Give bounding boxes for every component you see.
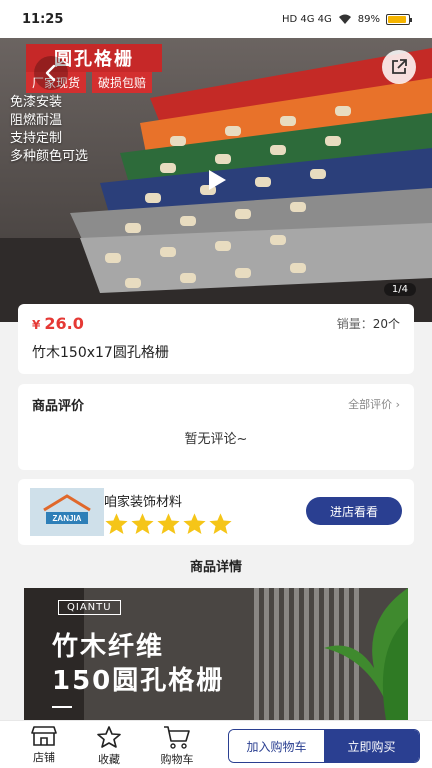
bottom-action-bar: 店铺 收藏 购物车 加入购物车 立即购买 (0, 720, 432, 768)
rating-star-icon (105, 513, 128, 534)
play-icon (209, 170, 226, 190)
battery-fill (388, 15, 406, 23)
cart-icon (164, 726, 190, 749)
tab-cart[interactable]: 购物车 (155, 725, 199, 767)
sales-value: 20个 (372, 317, 400, 331)
network-indicator: HD 4G 4G (281, 13, 332, 25)
shop-rating (104, 512, 233, 536)
share-button[interactable] (382, 50, 416, 84)
tab-favorite-label: 收藏 (98, 753, 120, 766)
back-arrow-icon (45, 64, 56, 82)
wifi-icon (338, 14, 351, 24)
rating-star-icon (209, 513, 232, 534)
review-title: 商品评价 (32, 399, 85, 414)
tab-cart-label: 购物车 (160, 753, 194, 766)
shop-logo-text: ZANJIA (53, 514, 82, 523)
star-outline-icon (97, 726, 121, 748)
battery-icon (386, 13, 412, 25)
hero-feature: 阻燃耐温 (10, 113, 63, 128)
status-icons: HD 4G 4G 89% (281, 13, 412, 25)
price-card: ¥26.0 销量：20个 竹木150x17圆孔格栅 (18, 304, 414, 374)
sales-count: 销量：20个 (337, 315, 400, 332)
status-time: 11:25 (22, 11, 64, 27)
battery-percent: 89% (357, 13, 380, 25)
shop-name: 咱家装饰材料 (104, 495, 183, 510)
product-hero-image[interactable]: 圆孔格栅 厂家现货 破损包赔 免漆安装 阻燃耐温 支持定制 多种颜色可选 1/4 (0, 38, 432, 322)
detail-headline: 竹木纤维 (52, 632, 165, 662)
hero-tag: 破损包赔 (92, 72, 153, 93)
shop-logo[interactable]: ZANJIA (30, 488, 104, 536)
chevron-right-icon: › (395, 398, 400, 411)
product-price: ¥26.0 (32, 314, 84, 333)
hero-feature: 支持定制 (10, 131, 63, 146)
currency-symbol: ¥ (32, 318, 41, 332)
hero-features: 免漆安装 阻燃耐温 支持定制 多种颜色可选 (10, 94, 88, 166)
review-empty-text: 暂无评论~ (184, 432, 248, 447)
hero-feature: 多种颜色可选 (10, 149, 89, 164)
details-heading: 商品详情 (189, 560, 242, 575)
play-video-button[interactable] (200, 163, 234, 197)
product-name: 竹木150x17圆孔格栅 (32, 345, 169, 361)
visit-shop-button[interactable]: 进店看看 (306, 497, 402, 525)
rating-star-icon (157, 513, 180, 534)
buy-now-button[interactable]: 立即购买 (324, 730, 419, 762)
all-reviews-label: 全部评价 (348, 398, 393, 411)
shop-logo-image: ZANJIA (30, 488, 104, 536)
tab-shop[interactable]: 店铺 (22, 725, 66, 767)
add-to-cart-button[interactable]: 加入购物车 (229, 730, 324, 762)
image-counter: 1/4 (383, 283, 416, 296)
rating-star-icon (183, 513, 206, 534)
back-button[interactable] (34, 56, 68, 90)
price-value: 26.0 (44, 314, 84, 333)
review-card: 商品评价 全部评价 › 暂无评论~ (18, 384, 414, 470)
store-icon (31, 726, 57, 746)
detail-subheadline: 150圆孔格栅 (52, 666, 225, 696)
tab-shop-label: 店铺 (33, 751, 55, 764)
status-bar: 11:25 HD 4G 4G 89% (0, 0, 432, 38)
all-reviews-link[interactable]: 全部评价 › (348, 396, 400, 412)
sales-label: 销量： (336, 317, 373, 331)
purchase-buttons: 加入购物车 立即购买 (228, 729, 420, 763)
detail-image: QIANTU 竹木纤维 150圆孔格栅 (24, 588, 408, 720)
hero-feature: 免漆安装 (10, 95, 63, 110)
shop-card: ZANJIA 咱家装饰材料 进店看看 (18, 479, 414, 545)
detail-brand: QIANTU (58, 600, 121, 615)
share-icon (392, 59, 407, 74)
rating-star-icon (131, 513, 154, 534)
tab-favorite[interactable]: 收藏 (87, 725, 131, 767)
